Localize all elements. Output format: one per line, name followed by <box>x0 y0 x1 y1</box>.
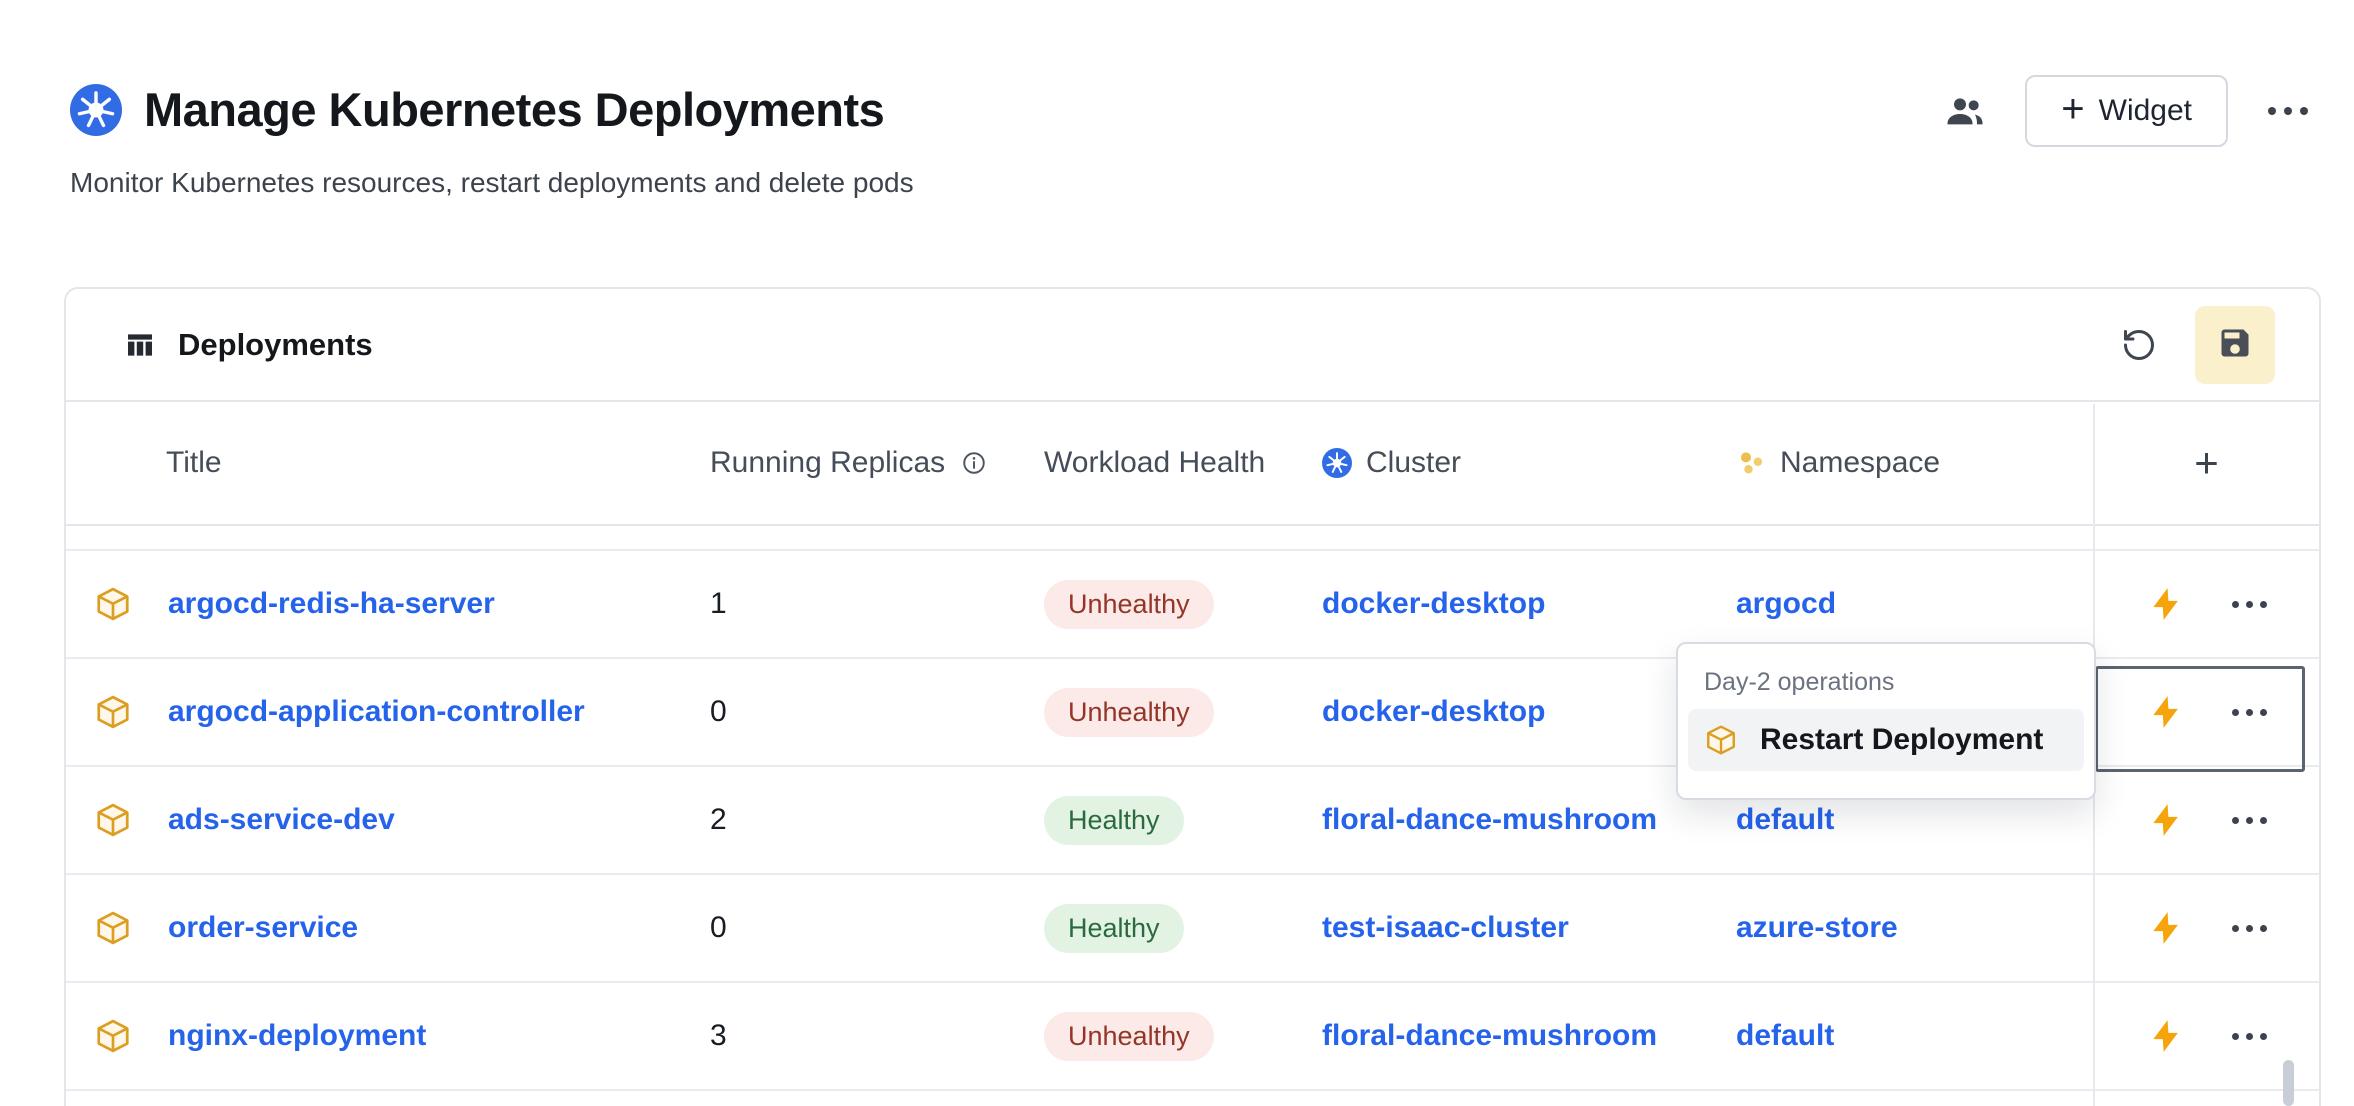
deployment-link[interactable]: argocd-redis-ha-server <box>168 587 495 621</box>
replicas-value: 0 <box>710 695 1044 729</box>
kubernetes-logo-icon <box>70 84 122 136</box>
row-more-icon[interactable] <box>2232 925 2267 932</box>
plus-icon: + <box>2061 89 2084 129</box>
column-cluster[interactable]: Cluster <box>1322 446 1736 480</box>
health-badge: Unhealthy <box>1044 580 1214 629</box>
page: Manage Kubernetes Deployments Monitor Ku… <box>0 0 2354 1106</box>
page-actions: + Widget <box>1945 75 2308 147</box>
column-namespace-label: Namespace <box>1780 446 1940 480</box>
add-column-button[interactable]: + <box>2094 439 2319 487</box>
page-subtitle: Monitor Kubernetes resources, restart de… <box>70 167 2308 199</box>
replicas-value: 3 <box>710 1019 1044 1053</box>
scrollbar-thumb[interactable] <box>2283 1060 2294 1106</box>
column-replicas-label: Running Replicas <box>710 446 945 480</box>
row-more-icon[interactable] <box>2232 817 2267 824</box>
namespace-link[interactable]: default <box>1736 803 1834 836</box>
health-badge: Unhealthy <box>1044 688 1214 737</box>
undo-icon[interactable] <box>2121 327 2157 363</box>
column-health[interactable]: Workload Health <box>1044 446 1322 480</box>
widget-button-label: Widget <box>2099 94 2192 128</box>
quick-action-bolt-icon[interactable] <box>2147 693 2185 731</box>
save-button[interactable] <box>2195 306 2275 384</box>
replicas-value: 1 <box>710 587 1044 621</box>
quick-action-bolt-icon[interactable] <box>2147 801 2185 839</box>
panel-header: Deployments <box>66 289 2319 402</box>
deployment-icon <box>94 585 132 623</box>
deployment-link[interactable]: argocd-application-controller <box>168 695 585 729</box>
deployment-link[interactable]: ads-service-dev <box>168 803 395 837</box>
kubernetes-icon <box>1322 448 1352 478</box>
page-header: Manage Kubernetes Deployments Monitor Ku… <box>0 0 2354 199</box>
column-title[interactable]: Title <box>66 446 710 480</box>
namespace-link[interactable]: argocd <box>1736 587 1836 620</box>
table-row: order-service 0 Healthy test-isaac-clust… <box>66 875 2319 983</box>
deployment-icon <box>94 909 132 947</box>
table-row: nginx-deployment 3 Unhealthy floral-danc… <box>66 983 2319 1091</box>
save-icon <box>2217 325 2253 364</box>
quick-action-bolt-icon[interactable] <box>2147 909 2185 947</box>
replicas-value: 0 <box>710 911 1044 945</box>
cluster-link[interactable]: test-isaac-cluster <box>1322 911 1569 944</box>
namespace-dots-icon <box>1736 448 1766 478</box>
deployment-link[interactable]: nginx-deployment <box>168 1019 426 1053</box>
row-more-icon[interactable] <box>2232 709 2267 716</box>
cluster-link[interactable]: floral-dance-mushroom <box>1322 1019 1657 1052</box>
health-badge: Healthy <box>1044 904 1184 953</box>
menu-item-label: Restart Deployment <box>1760 723 2043 757</box>
health-badge: Healthy <box>1044 796 1184 845</box>
page-more-icon[interactable] <box>2268 107 2308 115</box>
column-cluster-label: Cluster <box>1366 446 1461 480</box>
panel-title: Deployments <box>178 327 373 363</box>
add-widget-button[interactable]: + Widget <box>2025 75 2228 147</box>
menu-item-restart-deployment[interactable]: Restart Deployment <box>1688 709 2084 771</box>
deployment-link[interactable]: order-service <box>168 911 358 945</box>
menu-header: Day-2 operations <box>1678 644 2094 709</box>
deployment-icon <box>1704 723 1738 757</box>
column-replicas[interactable]: Running Replicas <box>710 446 1044 480</box>
scrolled-row-sliver <box>66 526 2319 551</box>
cluster-link[interactable]: docker-desktop <box>1322 587 1545 620</box>
replicas-value: 2 <box>710 803 1044 837</box>
deployment-icon <box>94 801 132 839</box>
deployment-icon <box>94 693 132 731</box>
row-more-icon[interactable] <box>2232 1033 2267 1040</box>
namespace-link[interactable]: default <box>1736 1019 1834 1052</box>
share-users-icon[interactable] <box>1945 91 1985 131</box>
health-badge: Unhealthy <box>1044 1012 1214 1061</box>
table-icon <box>124 329 156 361</box>
deployment-icon <box>94 1017 132 1055</box>
column-namespace[interactable]: Namespace <box>1736 446 2094 480</box>
row-more-icon[interactable] <box>2232 601 2267 608</box>
quick-action-bolt-icon[interactable] <box>2147 1017 2185 1055</box>
cluster-link[interactable]: floral-dance-mushroom <box>1322 803 1657 836</box>
page-title: Manage Kubernetes Deployments <box>144 82 884 137</box>
info-icon[interactable] <box>959 450 987 476</box>
cluster-link[interactable]: docker-desktop <box>1322 695 1545 728</box>
day2-operations-menu: Day-2 operations Restart Deployment <box>1676 642 2096 800</box>
table-header-row: Title Running Replicas Workload Health C… <box>66 402 2319 526</box>
namespace-link[interactable]: azure-store <box>1736 911 1898 944</box>
quick-action-bolt-icon[interactable] <box>2147 585 2185 623</box>
